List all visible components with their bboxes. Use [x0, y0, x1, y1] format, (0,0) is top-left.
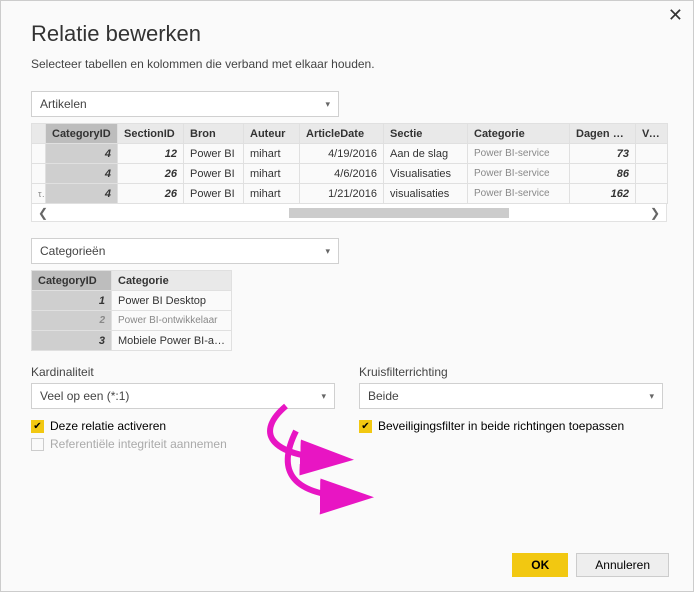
- table-row[interactable]: τ-i426Power BImihart1/21/2016visualisati…: [32, 184, 668, 204]
- col-Categorie[interactable]: Categorie: [468, 124, 570, 144]
- table1-scrollbar[interactable]: ❮ ❯: [31, 204, 667, 222]
- table-row[interactable]: 426Power BImihart4/6/2016VisualisatiesPo…: [32, 164, 668, 184]
- table-row[interactable]: 1Power BI Desktop: [32, 291, 232, 311]
- dialog: Relatie bewerken Selecteer tabellen en k…: [1, 1, 693, 471]
- col-Bron[interactable]: Bron: [184, 124, 244, 144]
- form-row: Kardinaliteit Veel op een (*:1) ▾ ✔ Deze…: [31, 365, 663, 451]
- activate-checkbox[interactable]: ✔ Deze relatie activeren: [31, 419, 335, 433]
- col-Vers[interactable]: Vers: [636, 124, 668, 144]
- table1-select[interactable]: Artikelen ▾: [31, 91, 339, 117]
- crossfilter-label: Kruisfilterrichting: [359, 365, 663, 379]
- table2-select-value: Categorieën: [40, 244, 105, 258]
- col-Dagen[interactable]: Dagen oud: [570, 124, 636, 144]
- check-icon: ✔: [359, 420, 372, 433]
- col2-Categorie[interactable]: Categorie: [112, 271, 232, 291]
- col2-CategoryID[interactable]: CategoryID: [32, 271, 112, 291]
- cardinality-value: Veel op een (*:1): [40, 389, 129, 403]
- col-Sectie[interactable]: Sectie: [384, 124, 468, 144]
- check-icon: ✔: [31, 420, 44, 433]
- col-CategoryID[interactable]: CategoryID: [46, 124, 118, 144]
- cancel-button[interactable]: Annuleren: [576, 553, 669, 577]
- chevron-down-icon: ▾: [325, 99, 330, 110]
- close-icon[interactable]: ✕: [668, 5, 683, 26]
- dialog-title: Relatie bewerken: [31, 21, 663, 47]
- integrity-label: Referentiële integriteit aannemen: [50, 437, 227, 451]
- table-row[interactable]: 2Power BI-ontwikkelaar: [32, 311, 232, 331]
- crossfilter-value: Beide: [368, 389, 399, 403]
- chevron-down-icon: ▾: [321, 391, 326, 402]
- scroll-right-icon[interactable]: ❯: [650, 206, 660, 220]
- cardinality-label: Kardinaliteit: [31, 365, 335, 379]
- bothdirections-checkbox[interactable]: ✔ Beveiligingsfilter in beide richtingen…: [359, 419, 663, 433]
- crossfilter-select[interactable]: Beide ▾: [359, 383, 663, 409]
- check-icon: [31, 438, 44, 451]
- bothdirections-label: Beveiligingsfilter in beide richtingen t…: [378, 419, 624, 433]
- integrity-checkbox: Referentiële integriteit aannemen: [31, 437, 335, 451]
- col-ArticleDate[interactable]: ArticleDate: [300, 124, 384, 144]
- activate-label: Deze relatie activeren: [50, 419, 166, 433]
- table2[interactable]: CategoryID Categorie 1Power BI Desktop2P…: [31, 270, 232, 351]
- table2-select[interactable]: Categorieën ▾: [31, 238, 339, 264]
- col-Auteur[interactable]: Auteur: [244, 124, 300, 144]
- table1-select-value: Artikelen: [40, 97, 87, 111]
- scroll-left-icon[interactable]: ❮: [38, 206, 48, 220]
- table-row[interactable]: 412Power BImihart4/19/2016Aan de slagPow…: [32, 144, 668, 164]
- chevron-down-icon: ▾: [325, 246, 330, 257]
- chevron-down-icon: ▾: [649, 391, 654, 402]
- col-SectionID[interactable]: SectionID: [118, 124, 184, 144]
- ok-button[interactable]: OK: [512, 553, 568, 577]
- table1[interactable]: CategoryID SectionID Bron Auteur Article…: [31, 123, 668, 204]
- table-row[interactable]: 3Mobiele Power BI-app: [32, 331, 232, 351]
- cardinality-select[interactable]: Veel op een (*:1) ▾: [31, 383, 335, 409]
- scroll-thumb[interactable]: [289, 208, 509, 218]
- dialog-subtitle: Selecteer tabellen en kolommen die verba…: [31, 57, 663, 71]
- dialog-buttons: OK Annuleren: [512, 553, 669, 577]
